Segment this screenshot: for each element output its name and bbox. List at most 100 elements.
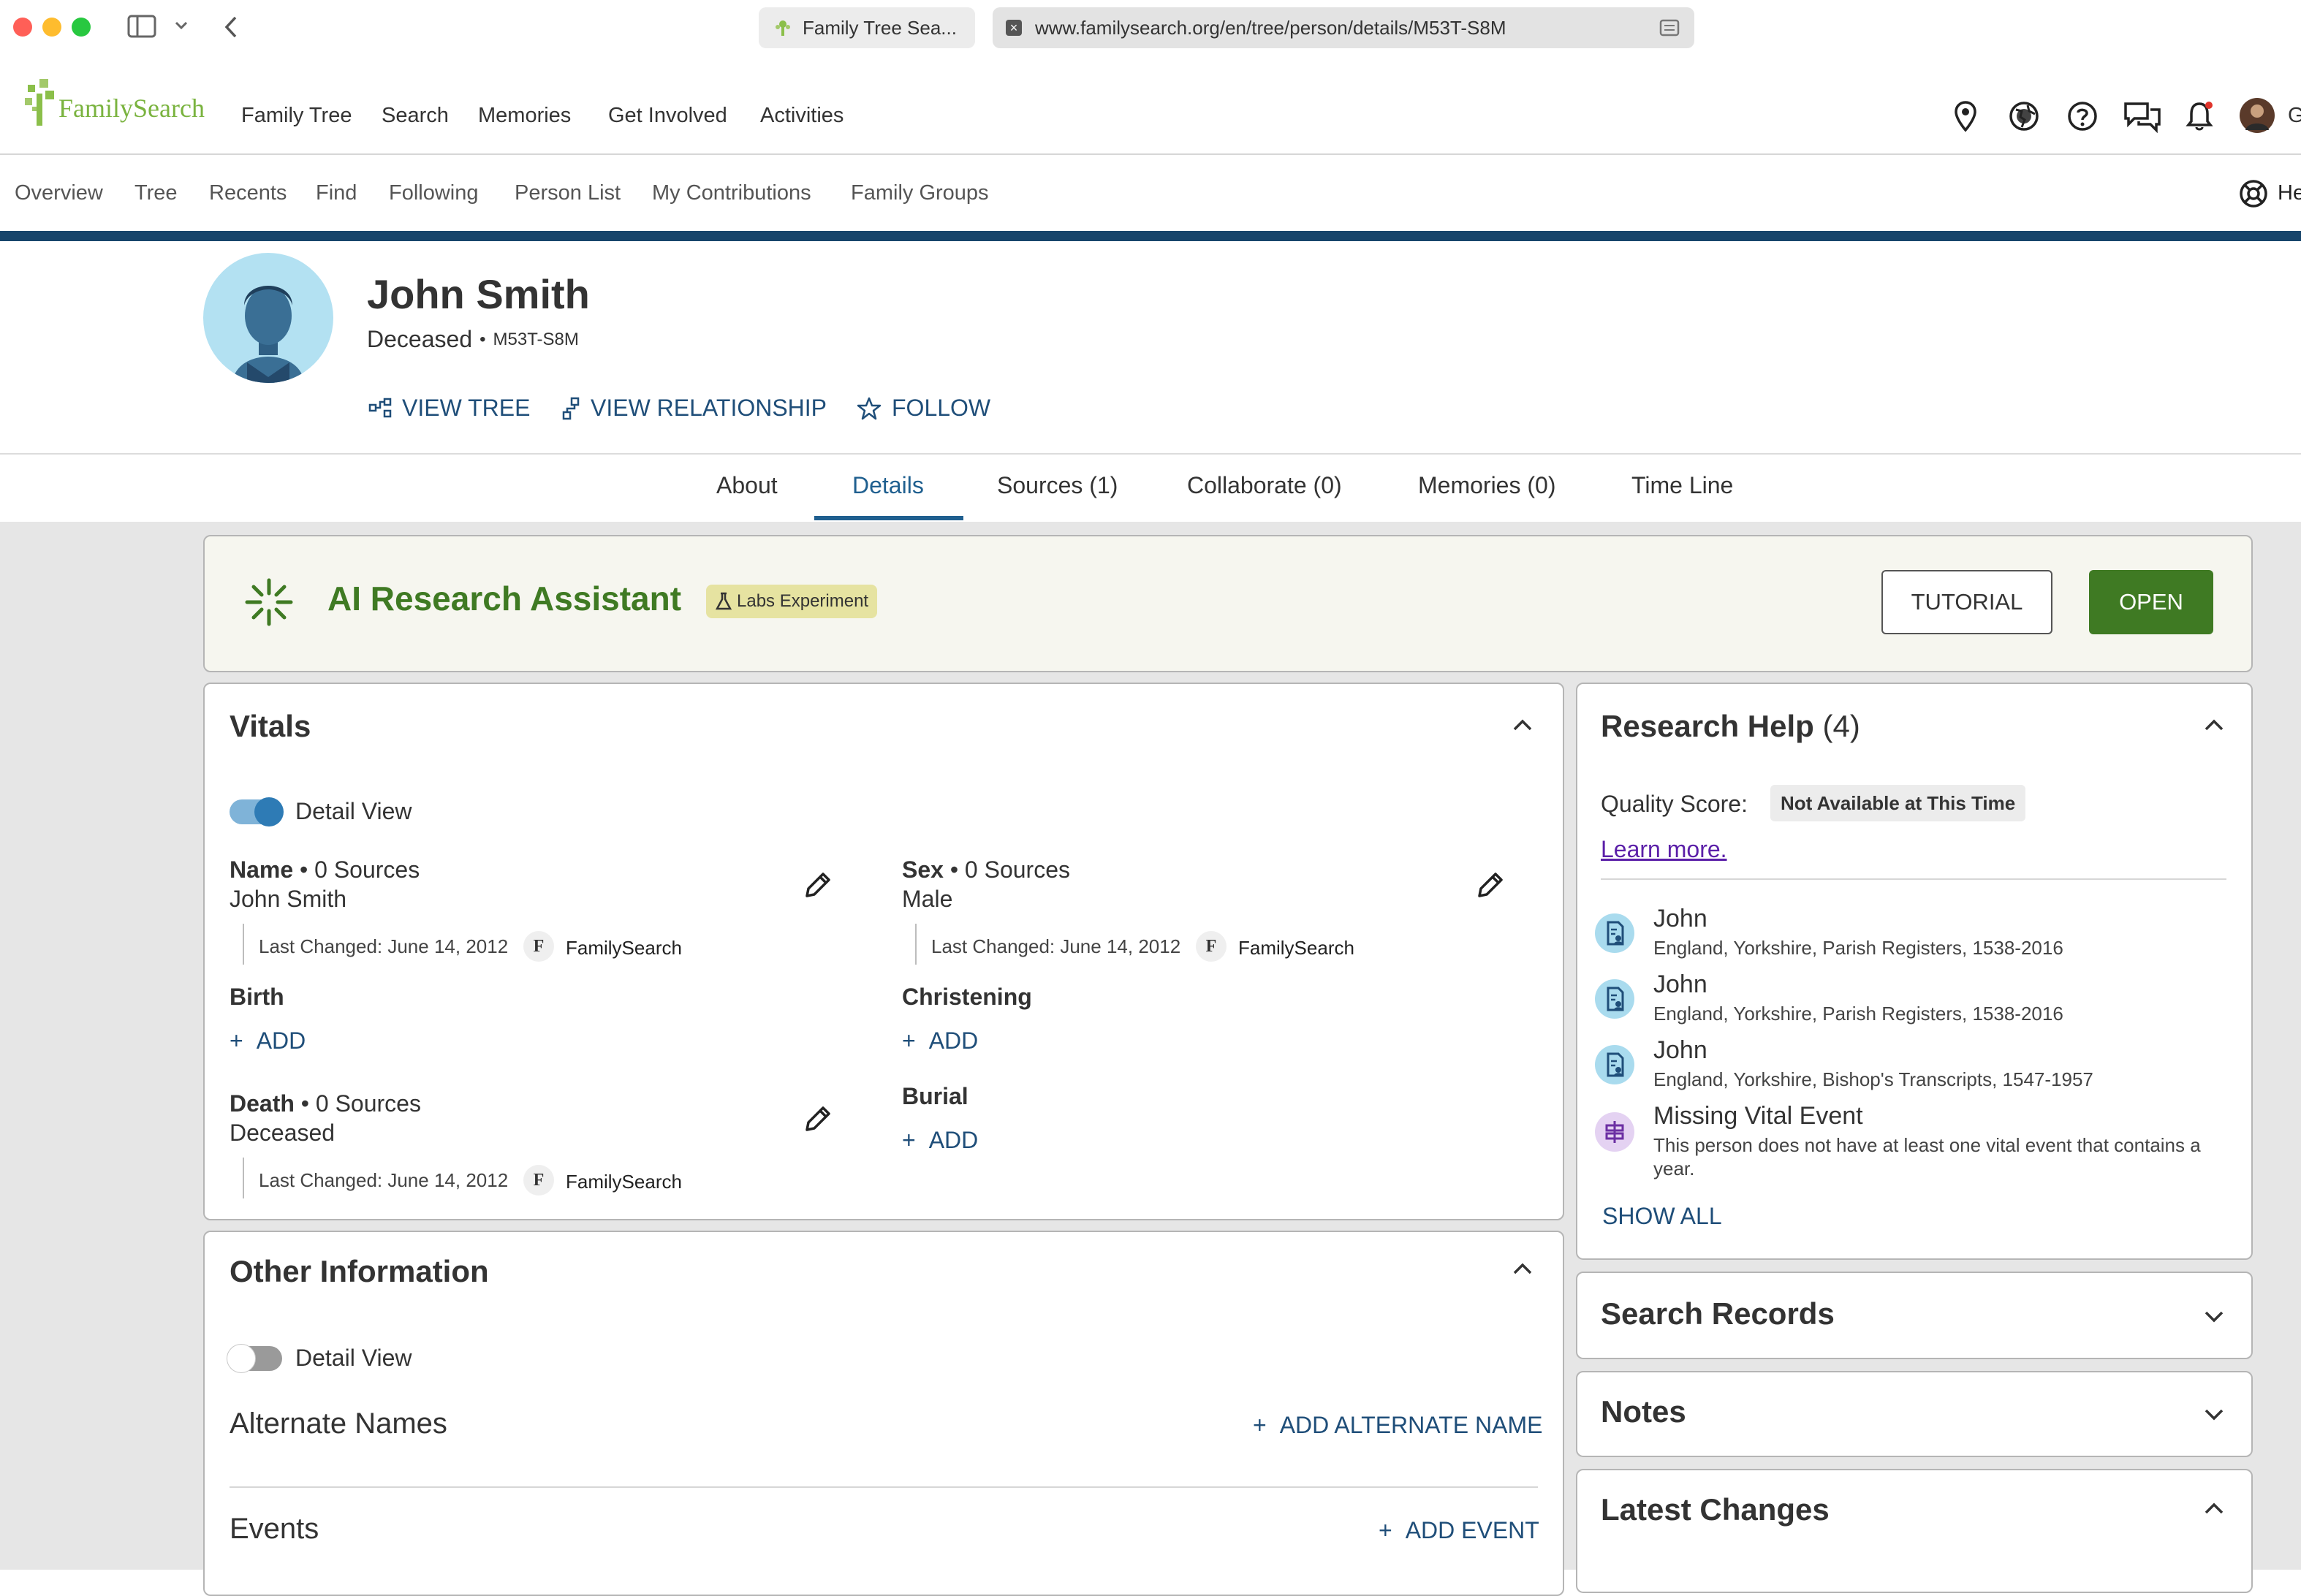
subnav-overview[interactable]: Overview — [15, 181, 103, 205]
back-icon[interactable] — [222, 15, 240, 39]
research-help-count: (4) — [1822, 709, 1860, 743]
other-detail-view-toggle[interactable] — [227, 1344, 282, 1373]
missing-vital-event-title[interactable]: Missing Vital Event — [1653, 1102, 1863, 1130]
person-id[interactable]: M53T-S8M — [493, 330, 579, 350]
search-records-title: Search Records — [1601, 1296, 1835, 1331]
vital-name-contributor[interactable]: FamilySearch — [566, 937, 682, 960]
notes-card[interactable]: Notes — [1576, 1371, 2253, 1457]
vital-name-sources[interactable]: • 0 Sources — [300, 856, 420, 883]
add-christening-button[interactable]: + ADD — [902, 1027, 978, 1054]
sidebar-toggle-icon[interactable] — [127, 15, 156, 38]
messages-chat-icon[interactable] — [2123, 98, 2161, 134]
edit-death-pencil-icon[interactable] — [800, 1102, 835, 1137]
chevron-down-icon[interactable] — [174, 20, 189, 31]
location-pin-icon[interactable] — [1947, 98, 1984, 134]
vital-burial-label: Burial — [902, 1083, 968, 1109]
chevron-up-icon[interactable] — [2202, 1497, 2226, 1521]
view-tree-button[interactable]: VIEW TREE — [368, 395, 530, 422]
add-event-button[interactable]: + ADD EVENT — [1379, 1517, 1539, 1544]
browser-tab[interactable]: Family Tree Sea... — [759, 7, 975, 48]
address-bar[interactable]: × www.familysearch.org/en/tree/person/de… — [993, 7, 1694, 48]
chevron-down-icon[interactable] — [2202, 1304, 2226, 1329]
subnav-family-groups[interactable]: Family Groups — [851, 181, 989, 205]
site-info-icon[interactable]: × — [1006, 20, 1022, 36]
divider-line — [243, 924, 244, 965]
familysearch-logo[interactable]: FamilySearch — [22, 79, 205, 127]
vital-name-last-changed: Last Changed: June 14, 2012 — [259, 935, 509, 957]
subnav-person-list[interactable]: Person List — [515, 181, 621, 205]
divider-line — [915, 924, 917, 965]
nav-search[interactable]: Search — [382, 104, 449, 128]
subnav-tree[interactable]: Tree — [134, 181, 178, 205]
record-hint-icon — [1595, 913, 1634, 953]
nav-activities[interactable]: Activities — [760, 104, 844, 128]
hint-title[interactable]: John — [1653, 905, 1707, 933]
add-burial-button[interactable]: + ADD — [902, 1127, 978, 1154]
edit-sex-pencil-icon[interactable] — [1472, 868, 1507, 903]
plus-icon: + — [902, 1027, 916, 1054]
tree-logo-icon — [25, 79, 54, 126]
research-help-title-group: Research Help (4) — [1601, 709, 1860, 744]
notifications-bell-icon[interactable] — [2181, 98, 2218, 134]
search-records-card[interactable]: Search Records — [1576, 1272, 2253, 1359]
tutorial-button[interactable]: TUTORIAL — [1881, 570, 2052, 634]
vital-sex-label-group: Sex • 0 Sources — [902, 856, 1070, 884]
show-all-button[interactable]: SHOW ALL — [1602, 1203, 1722, 1230]
tab-collaborate[interactable]: Collaborate (0) — [1187, 472, 1342, 499]
nav-get-involved[interactable]: Get Involved — [608, 104, 727, 128]
nav-family-tree[interactable]: Family Tree — [241, 104, 352, 128]
help-label-partial[interactable]: He — [2278, 181, 2301, 205]
site-header: FamilySearch Family Tree Search Memories… — [0, 56, 2301, 155]
reader-mode-icon[interactable] — [1659, 19, 1680, 37]
learn-more-link[interactable]: Learn more. — [1601, 836, 1727, 863]
tab-time-line[interactable]: Time Line — [1631, 472, 1733, 499]
tab-details[interactable]: Details — [852, 472, 924, 499]
missing-vital-event-desc-cont: year. — [1653, 1158, 1695, 1179]
ai-research-banner: AI Research Assistant Labs Experiment TU… — [203, 535, 2253, 672]
plus-icon: + — [230, 1027, 243, 1054]
subnav-recents[interactable]: Recents — [209, 181, 287, 205]
plus-icon: + — [902, 1127, 916, 1153]
view-relationship-button[interactable]: VIEW RELATIONSHIP — [561, 395, 827, 422]
help-question-icon[interactable] — [2064, 98, 2101, 134]
vital-sex-contributor[interactable]: FamilySearch — [1238, 937, 1354, 960]
open-button[interactable]: OPEN — [2089, 570, 2213, 634]
close-window-button[interactable] — [13, 18, 32, 37]
tab-memories[interactable]: Memories (0) — [1418, 472, 1555, 499]
missing-vital-event-desc: This person does not have at least one v… — [1653, 1134, 2201, 1156]
subnav-following[interactable]: Following — [389, 181, 479, 205]
follow-button[interactable]: FOLLOW — [857, 395, 990, 422]
add-alternate-name-button[interactable]: + ADD ALTERNATE NAME — [1253, 1412, 1542, 1439]
globe-language-icon[interactable] — [2006, 98, 2042, 134]
vital-death-contributor[interactable]: FamilySearch — [566, 1171, 682, 1193]
chevron-up-icon[interactable] — [2202, 713, 2226, 738]
help-center-icon[interactable] — [2238, 178, 2269, 209]
edit-name-pencil-icon[interactable] — [800, 868, 835, 903]
chevron-up-icon[interactable] — [1510, 1257, 1535, 1282]
tree-view-icon — [368, 398, 392, 417]
add-birth-button[interactable]: + ADD — [230, 1027, 306, 1054]
minimize-window-button[interactable] — [42, 18, 61, 37]
zoom-window-button[interactable] — [72, 18, 91, 37]
user-avatar[interactable] — [2240, 98, 2275, 133]
subnav-my-contributions[interactable]: My Contributions — [652, 181, 811, 205]
hint-title[interactable]: John — [1653, 970, 1707, 999]
chevron-up-icon[interactable] — [1510, 713, 1535, 738]
subnav-find[interactable]: Find — [316, 181, 357, 205]
user-name-partial[interactable]: G — [2288, 104, 2301, 128]
latest-changes-card: Latest Changes — [1576, 1469, 2253, 1593]
chevron-down-icon[interactable] — [2202, 1402, 2226, 1426]
vital-death-sources[interactable]: • 0 Sources — [301, 1090, 421, 1117]
vital-sex-sources[interactable]: • 0 Sources — [950, 856, 1070, 883]
detail-view-toggle[interactable] — [230, 797, 284, 826]
tab-sources[interactable]: Sources (1) — [997, 472, 1118, 499]
nav-memories[interactable]: Memories — [478, 104, 571, 128]
contributor-badge: F — [523, 1165, 554, 1196]
hint-title[interactable]: John — [1653, 1036, 1707, 1065]
quality-score-badge: Not Available at This Time — [1770, 785, 2026, 821]
toggle-knob — [254, 797, 284, 826]
tab-about[interactable]: About — [716, 472, 778, 499]
add-event-label: ADD EVENT — [1405, 1517, 1539, 1543]
familysearch-favicon-icon — [773, 18, 792, 37]
url-text: www.familysearch.org/en/tree/person/deta… — [1035, 16, 1506, 39]
